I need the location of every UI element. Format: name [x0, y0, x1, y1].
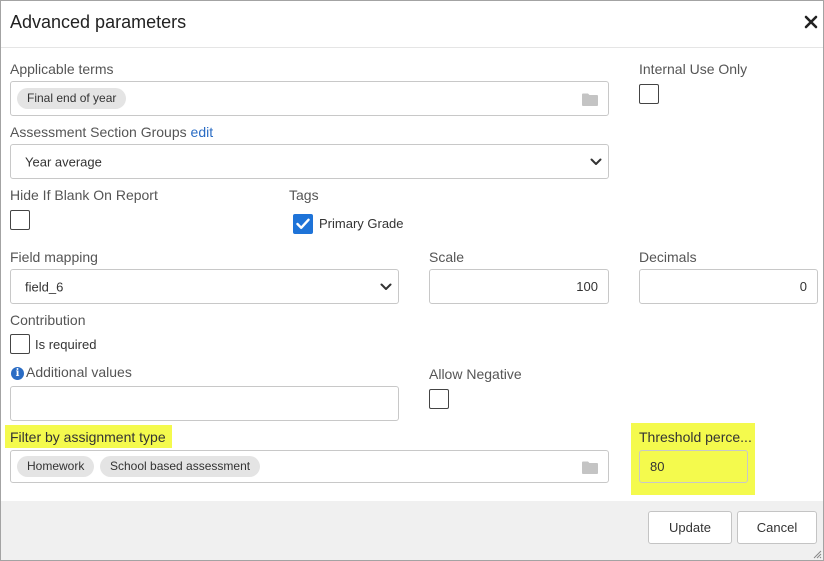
additional-values-label: Additional values: [26, 364, 132, 380]
edit-link[interactable]: edit: [191, 124, 214, 140]
scale-input[interactable]: [429, 269, 609, 304]
filter-by-assignment-type-field[interactable]: Homework School based assessment: [10, 450, 609, 483]
hide-if-blank-label: Hide If Blank On Report: [10, 187, 158, 203]
dialog-title: Advanced parameters: [10, 12, 187, 32]
folder-icon[interactable]: [582, 461, 598, 474]
advanced-parameters-dialog: Advanced parameters Applicable terms Fin…: [0, 0, 824, 561]
additional-values-input[interactable]: [10, 386, 399, 421]
applicable-term-tag[interactable]: Final end of year: [17, 88, 127, 109]
folder-icon[interactable]: [582, 93, 598, 106]
field-mapping-label: Field mapping: [10, 249, 98, 265]
dialog-header: Advanced parameters: [1, 1, 823, 48]
info-icon[interactable]: i: [11, 367, 24, 380]
decimals-label: Decimals: [639, 249, 697, 265]
contribution-label: Contribution: [10, 312, 86, 328]
close-icon[interactable]: [803, 14, 819, 30]
assessment-section-groups-text: Assessment Section Groups: [10, 124, 187, 140]
allow-negative-label: Allow Negative: [429, 366, 522, 382]
internal-use-only-checkbox[interactable]: [639, 84, 659, 104]
applicable-terms-field[interactable]: Final end of year: [10, 81, 609, 116]
update-button[interactable]: Update: [648, 511, 732, 544]
chevron-down-icon: [380, 283, 392, 290]
field-mapping-select[interactable]: field_6: [10, 269, 399, 304]
decimals-input[interactable]: [639, 269, 818, 304]
internal-use-only-label: Internal Use Only: [639, 61, 748, 77]
field-mapping-value: field_6: [25, 279, 64, 294]
hide-if-blank-checkbox[interactable]: [10, 210, 30, 230]
is-required-label: Is required: [35, 337, 97, 352]
dialog-footer: Update Cancel: [1, 501, 823, 560]
tags-label: Tags: [289, 187, 319, 203]
assessment-section-groups-label: Assessment Section Groups edit: [10, 124, 213, 140]
filter-by-assignment-type-label: Filter by assignment type: [10, 429, 166, 445]
primary-grade-label: Primary Grade: [319, 216, 404, 231]
chevron-down-icon: [590, 158, 602, 165]
cancel-button[interactable]: Cancel: [737, 511, 817, 544]
assignment-type-tag-school-based[interactable]: School based assessment: [100, 456, 261, 477]
assignment-type-tag-homework[interactable]: Homework: [17, 456, 95, 477]
checkmark-icon: [296, 218, 310, 229]
assessment-section-groups-select[interactable]: Year average: [10, 144, 609, 179]
scale-label: Scale: [429, 249, 465, 265]
applicable-terms-label: Applicable terms: [10, 61, 114, 77]
resize-handle-icon[interactable]: [812, 549, 822, 559]
threshold-percentage-input[interactable]: [639, 450, 748, 483]
assessment-section-groups-value: Year average: [25, 154, 102, 169]
primary-grade-checkbox[interactable]: [293, 214, 313, 234]
threshold-percentage-label: Threshold perce...: [639, 429, 752, 445]
is-required-checkbox[interactable]: [10, 334, 30, 354]
allow-negative-checkbox[interactable]: [429, 389, 449, 409]
